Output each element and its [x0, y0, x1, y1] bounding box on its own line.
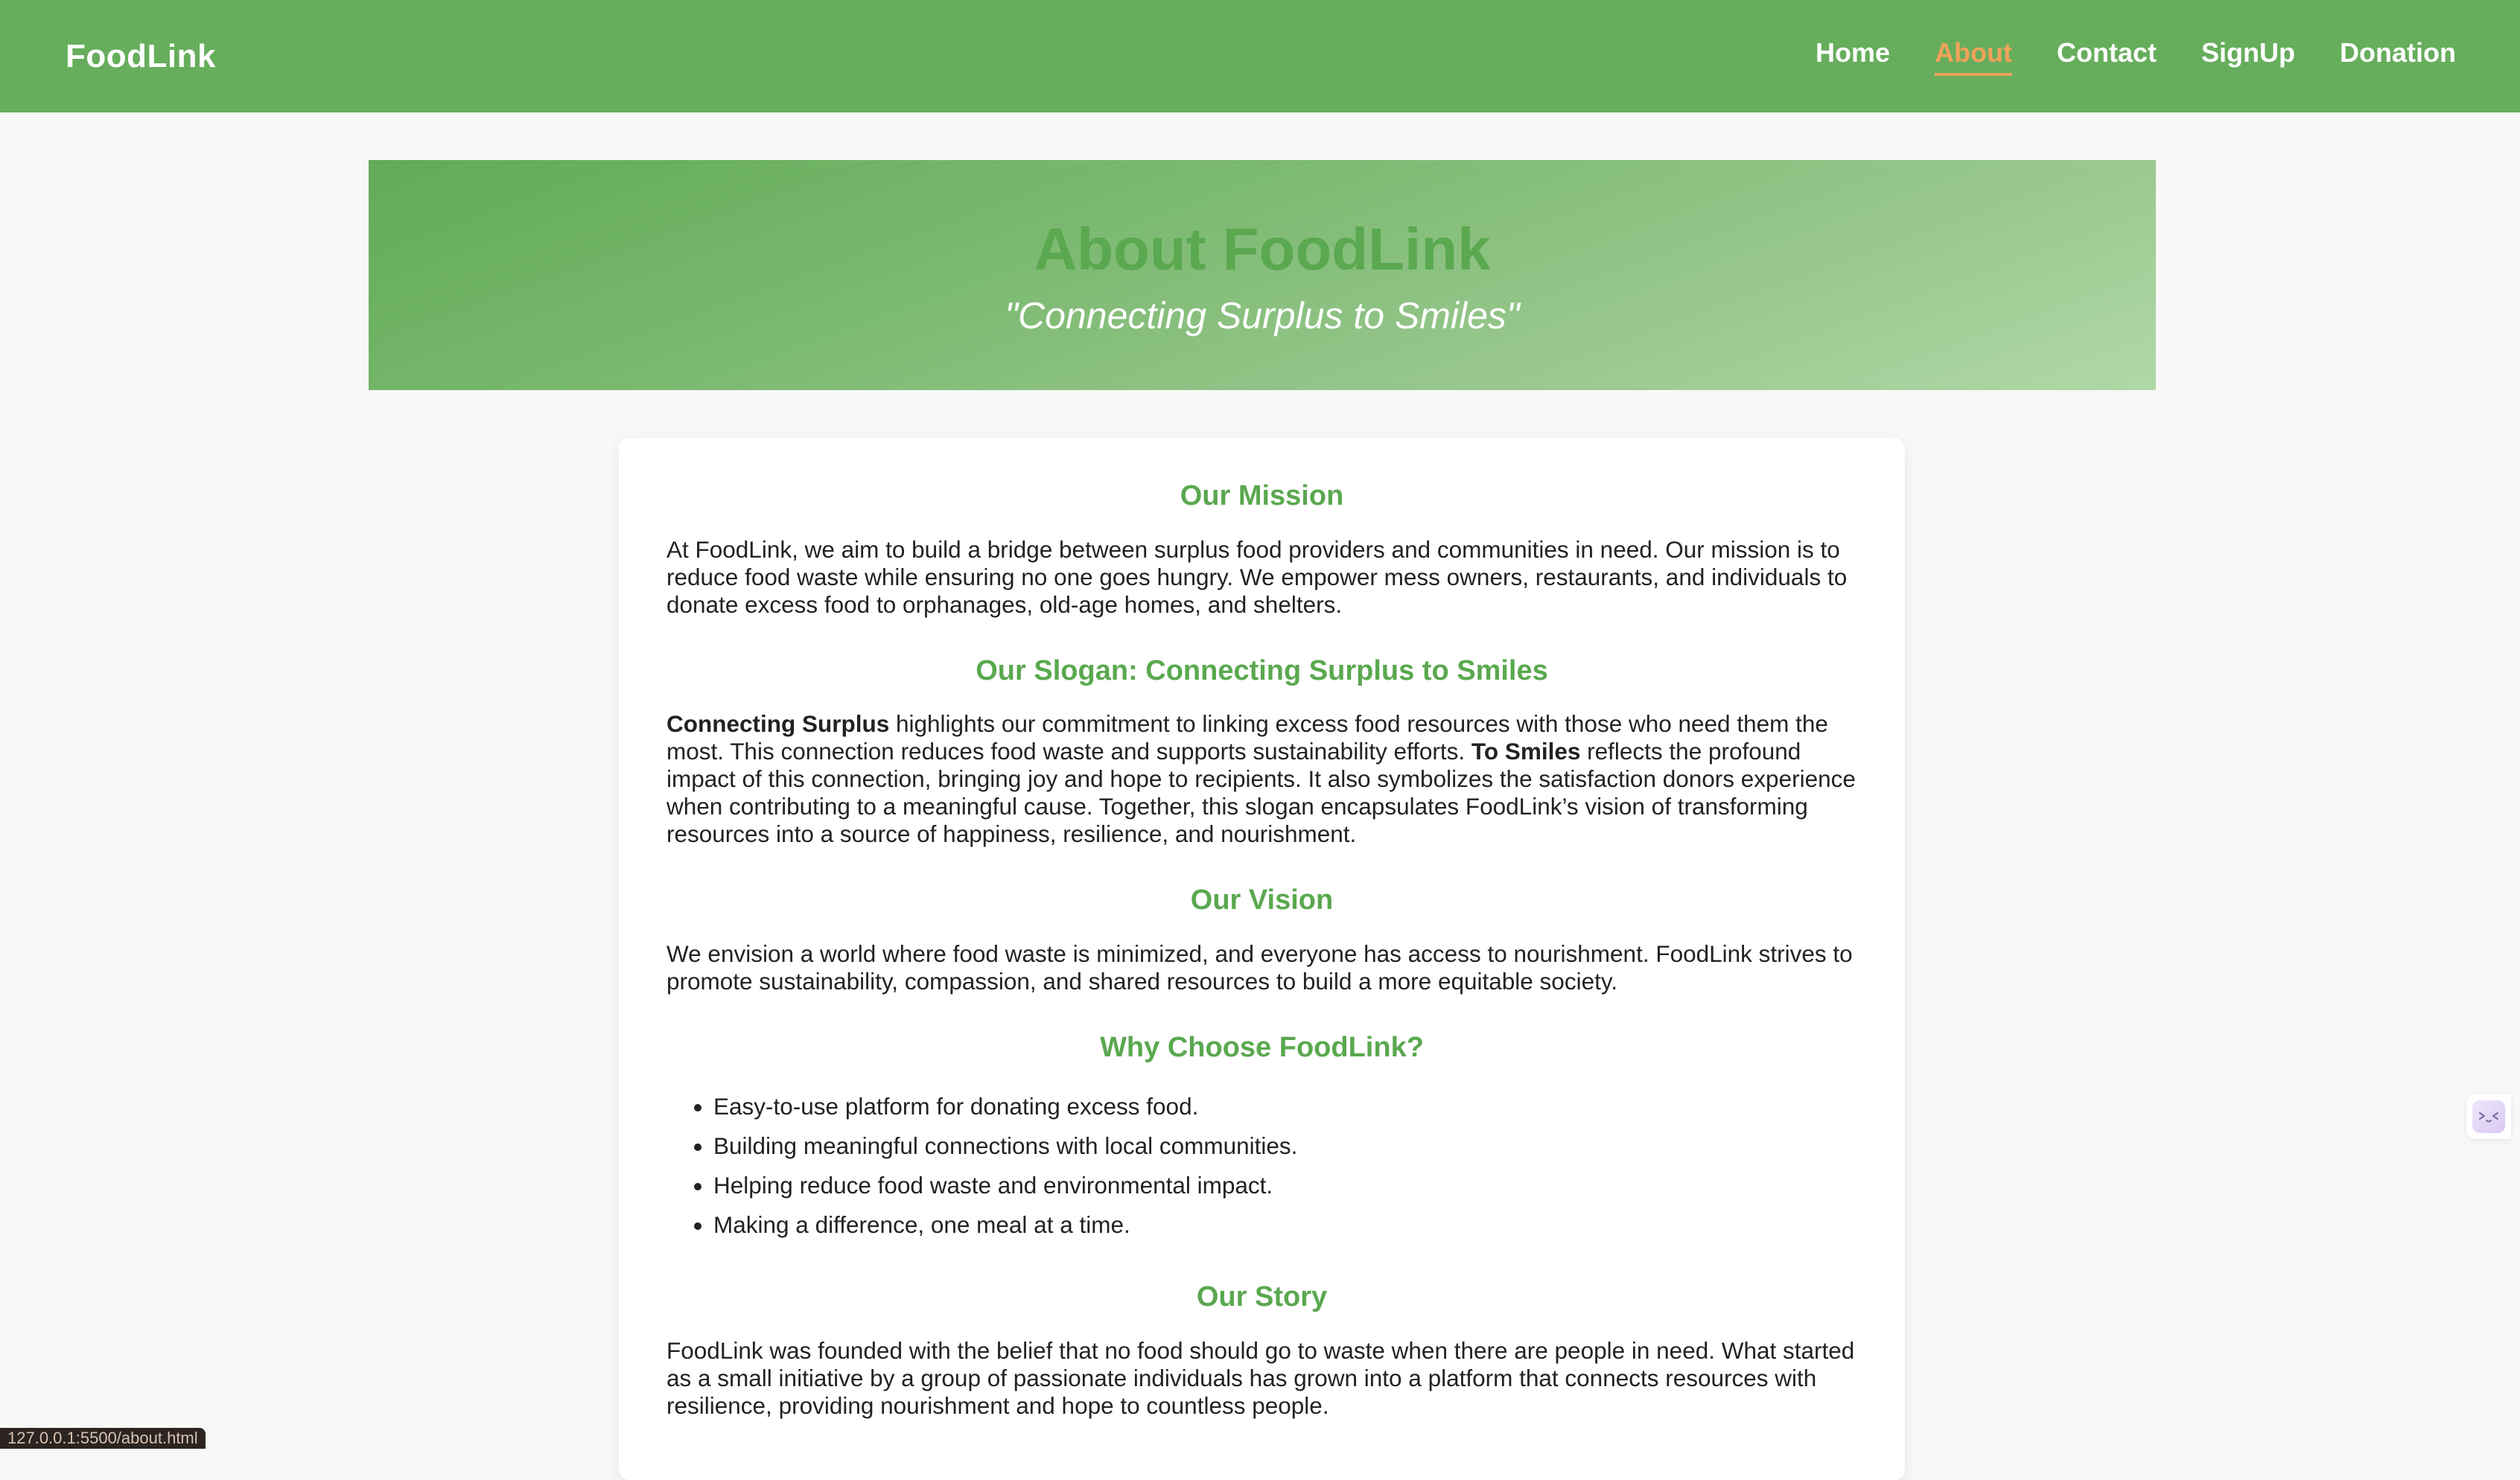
nav-link-about[interactable]: About — [1935, 37, 2013, 76]
floating-extension-button[interactable] — [2466, 1094, 2511, 1139]
slogan-heading: Our Slogan: Connecting Surplus to Smiles — [976, 654, 1548, 686]
nav-link-contact[interactable]: Contact — [2057, 37, 2157, 76]
about-content-card: Our Mission At FoodLink, we aim to build… — [619, 438, 1905, 1480]
extension-face-icon — [2472, 1100, 2505, 1133]
why-heading: Why Choose FoodLink? — [1100, 1031, 1424, 1063]
hero-banner: About FoodLink "Connecting Surplus to Sm… — [369, 160, 2156, 390]
story-heading: Our Story — [1196, 1281, 1328, 1313]
vision-text: We envision a world where food waste is … — [666, 940, 1853, 995]
nav-link-signup[interactable]: SignUp — [2201, 37, 2295, 76]
vision-heading: Our Vision — [1190, 884, 1334, 916]
slogan-text: Connecting Surplus highlights our commit… — [666, 710, 1857, 848]
list-item: Building meaningful connections with loc… — [713, 1126, 1857, 1166]
brand-logo[interactable]: FoodLink — [66, 38, 216, 75]
list-item: Making a difference, one meal at a time. — [713, 1205, 1857, 1245]
page-title: About FoodLink — [1034, 216, 1491, 282]
nav-link-donation[interactable]: Donation — [2340, 37, 2456, 76]
mission-text: At FoodLink, we aim to build a bridge be… — [666, 535, 1848, 618]
mission-heading: Our Mission — [1180, 480, 1344, 511]
list-item: Helping reduce food waste and environmen… — [713, 1166, 1857, 1205]
status-bar-url: 127.0.0.1:5500/about.html — [0, 1428, 206, 1449]
nav-link-home[interactable]: Home — [1816, 37, 1890, 76]
nav-links: Home About Contact SignUp Donation — [1816, 37, 2456, 76]
story-text: FoodLink was founded with the belief tha… — [666, 1336, 1855, 1419]
slogan-bold-smiles: To Smiles — [1471, 738, 1581, 765]
slogan-bold-connecting: Connecting Surplus — [666, 710, 890, 738]
feature-list: Easy-to-use platform for donating excess… — [666, 1087, 1857, 1245]
hero-slogan: "Connecting Surplus to Smiles" — [1005, 295, 1520, 336]
navbar: FoodLink Home About Contact SignUp Donat… — [0, 0, 2520, 112]
list-item: Easy-to-use platform for donating excess… — [713, 1087, 1857, 1126]
